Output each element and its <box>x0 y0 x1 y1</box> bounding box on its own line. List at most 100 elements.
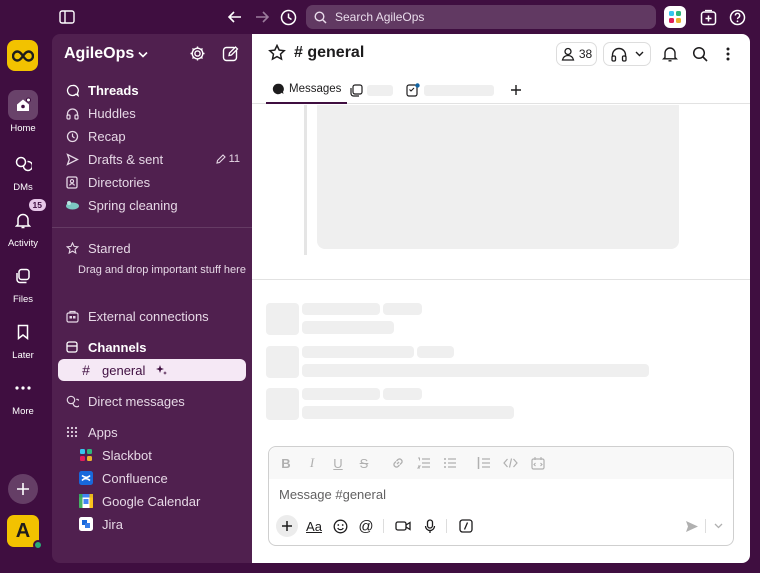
channel-tabs: Messages <box>252 76 750 104</box>
loading-line <box>302 303 380 315</box>
sidebar-item-external-connections[interactable]: External connections <box>58 305 246 327</box>
search-placeholder: Search AgileOps <box>335 10 425 24</box>
rail-more-button[interactable] <box>8 373 38 403</box>
history-clock-icon[interactable] <box>277 6 299 28</box>
mention-icon[interactable]: @ <box>355 515 377 537</box>
chevron-down-icon <box>635 51 643 57</box>
sidebar-item-label: External connections <box>88 308 209 324</box>
activity-badge: 15 <box>28 199 46 211</box>
video-icon[interactable] <box>392 515 414 537</box>
emoji-icon[interactable] <box>329 515 351 537</box>
presence-indicator <box>33 540 43 550</box>
notifications-button[interactable] <box>657 42 683 66</box>
search-bar[interactable]: Search AgileOps <box>306 5 656 29</box>
headphones-icon <box>610 47 627 62</box>
code-icon[interactable] <box>501 455 519 471</box>
slash-command-icon[interactable] <box>455 515 477 537</box>
sidebar-item-label: Drafts & sent <box>88 151 164 167</box>
content-divider <box>252 279 750 280</box>
channel-header[interactable]: # general <box>268 44 364 62</box>
rail-files-button[interactable] <box>8 261 38 291</box>
rail-later[interactable]: Later <box>0 317 46 361</box>
more-options-button[interactable] <box>718 42 738 66</box>
google-calendar-icon <box>78 494 94 508</box>
add-workspace-button[interactable] <box>8 474 38 504</box>
back-arrow-icon[interactable] <box>224 6 246 28</box>
attach-plus-button[interactable] <box>276 515 298 537</box>
underline-icon[interactable]: U <box>329 455 347 471</box>
compose-icon[interactable] <box>222 45 239 67</box>
sidebar-item-directories[interactable]: Directories <box>58 171 246 193</box>
sidebar-app-jira[interactable]: Jira <box>58 513 246 535</box>
composer-divider <box>383 519 384 533</box>
tab-messages[interactable]: Messages <box>266 76 348 104</box>
rail-dms-button[interactable] <box>8 149 38 179</box>
send-options-button[interactable] <box>707 515 729 537</box>
sidebar-channel-general[interactable]: # general <box>58 359 246 381</box>
sidebar-item-spring-cleaning[interactable]: Spring cleaning <box>58 194 246 216</box>
workspace-logo[interactable] <box>7 40 38 71</box>
huddle-button[interactable] <box>603 42 651 66</box>
bell-off-icon <box>662 47 678 62</box>
sidebar-app-google-calendar[interactable]: Google Calendar <box>58 490 246 512</box>
sidebar-item-huddles[interactable]: Huddles <box>58 102 246 124</box>
search-channel-button[interactable] <box>688 42 712 66</box>
members-button[interactable]: 38 <box>556 42 597 66</box>
star-icon[interactable] <box>268 44 286 62</box>
sidebar-item-threads[interactable]: Threads <box>58 79 246 101</box>
loading-line <box>302 406 514 419</box>
sidebar-app-slackbot[interactable]: Slackbot <box>58 444 246 466</box>
rail-home[interactable]: Home <box>0 90 46 134</box>
help-icon[interactable] <box>726 6 748 28</box>
microphone-icon[interactable] <box>419 515 441 537</box>
forward-arrow-icon[interactable] <box>251 6 273 28</box>
rail-home-button[interactable] <box>8 90 38 120</box>
channel-sidebar: AgileOps Threads Huddles Recap Drafts & … <box>52 34 252 563</box>
sidebar-item-drafts[interactable]: Drafts & sent 11 <box>58 148 246 170</box>
sidebar-app-confluence[interactable]: Confluence <box>58 467 246 489</box>
send-icon <box>64 152 80 166</box>
ordered-list-icon[interactable] <box>415 455 433 471</box>
workspace-rail: Home DMs 15 Activity Files Later More A <box>0 34 46 573</box>
bold-icon[interactable]: B <box>277 455 295 471</box>
sidebar-section-starred[interactable]: Starred <box>58 237 246 259</box>
rail-more-label: More <box>12 406 34 417</box>
strikethrough-icon[interactable]: S <box>355 455 373 471</box>
sidebar-section-direct-messages[interactable]: Direct messages <box>58 390 246 412</box>
bulleted-list-icon[interactable] <box>441 455 459 471</box>
rail-later-button[interactable] <box>8 317 38 347</box>
rail-activity[interactable]: 15 Activity <box>0 199 46 249</box>
code-block-icon[interactable] <box>529 455 547 471</box>
link-icon[interactable] <box>389 455 407 471</box>
confluence-icon <box>78 471 94 485</box>
drafts-count-value: 11 <box>228 153 240 165</box>
direct-messages-icon <box>64 395 80 408</box>
tab-list[interactable] <box>406 76 494 104</box>
workspace-menu[interactable]: AgileOps <box>64 45 148 63</box>
message-composer: B I U S Message #general Aa @ <box>268 446 734 546</box>
rail-files[interactable]: Files <box>0 261 46 305</box>
settings-gear-icon[interactable] <box>189 45 206 67</box>
rail-activity-button[interactable]: 15 <box>8 199 46 235</box>
sidebar-toggle-icon[interactable] <box>56 6 78 28</box>
slack-ai-icon[interactable] <box>664 6 686 28</box>
tab-canvas[interactable] <box>350 76 393 104</box>
member-count: 38 <box>578 47 593 61</box>
new-tab-icon[interactable] <box>697 6 719 28</box>
sidebar-section-apps[interactable]: Apps <box>58 421 246 443</box>
formatting-toggle-icon[interactable]: Aa <box>303 515 325 537</box>
rail-more[interactable]: More <box>0 373 46 417</box>
send-button[interactable] <box>681 515 703 537</box>
tab-label-placeholder <box>367 84 393 96</box>
loading-line <box>302 346 414 358</box>
sidebar-item-recap[interactable]: Recap <box>58 125 246 147</box>
channel-title: # general <box>294 44 365 61</box>
rail-dms[interactable]: DMs <box>0 149 46 193</box>
italic-icon[interactable]: I <box>303 455 321 471</box>
starred-label: Starred <box>88 240 131 256</box>
sidebar-section-channels[interactable]: Channels <box>58 336 246 358</box>
blockquote-icon[interactable] <box>475 455 493 471</box>
sidebar-item-label: Directories <box>88 174 151 190</box>
message-input[interactable]: Message #general <box>279 487 386 502</box>
add-tab-button[interactable] <box>508 76 524 104</box>
